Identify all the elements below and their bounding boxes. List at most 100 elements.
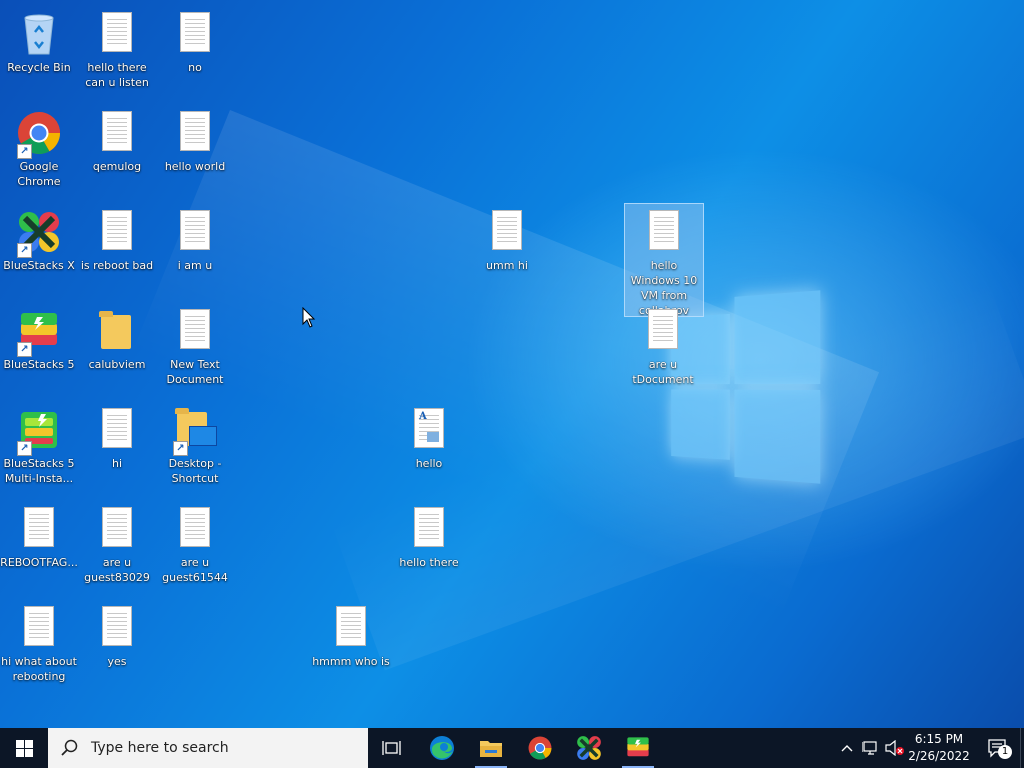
desktop-icon-google-chrome[interactable]: ↗ Google Chrome: [0, 105, 78, 189]
text-document-icon: [180, 507, 210, 547]
desktop-icon-file[interactable]: are u tDocument: [624, 303, 702, 387]
desktop-icon-file[interactable]: yes: [78, 600, 156, 669]
desktop-icon-file[interactable]: hello there can u listen: [78, 6, 156, 90]
desktop-icon-file[interactable]: qemulog: [78, 105, 156, 174]
show-desktop-button[interactable]: [1020, 728, 1024, 768]
text-document-icon: [649, 210, 679, 250]
desktop-icon-label: REBOOTFAG...: [0, 556, 78, 569]
desktop-icon-file[interactable]: hello world: [156, 105, 234, 174]
desktop-icon-file-selected[interactable]: hello Windows 10 VM from collabrov: [624, 203, 704, 317]
network-icon: [862, 741, 877, 755]
desktop-icon-file[interactable]: hi: [78, 402, 156, 471]
desktop-icon-file[interactable]: are u guest61544: [156, 501, 234, 585]
desktop-icon-label: are u guest61544: [162, 556, 228, 584]
task-view-button[interactable]: [370, 728, 414, 768]
desktop-icon-desktop-shortcut[interactable]: ↗ Desktop - Shortcut: [156, 402, 234, 486]
text-document-icon: [492, 210, 522, 250]
action-center-button[interactable]: 1: [978, 728, 1018, 768]
desktop-icon-file[interactable]: are u guest83029: [78, 501, 156, 585]
recycle-bin-icon: [19, 12, 59, 56]
text-document-icon: [648, 309, 678, 349]
clock-time: 6:15 PM: [914, 732, 964, 746]
file-explorer-icon: [480, 741, 502, 757]
text-document-icon: [180, 309, 210, 349]
notification-count-badge: 1: [998, 745, 1012, 759]
search-icon: [61, 739, 78, 756]
network-status-button[interactable]: [860, 728, 882, 768]
desktop-icon-label: umm hi: [486, 259, 528, 272]
desktop-icon-bluestacks-multi-instance[interactable]: ↗ BlueStacks 5 Multi-Insta...: [0, 402, 78, 486]
text-document-icon: [102, 606, 132, 646]
taskbar-app-bluestacks-x[interactable]: [565, 728, 613, 768]
text-document-icon: [180, 210, 210, 250]
desktop-icon-wordpad-file[interactable]: A hello: [390, 402, 468, 471]
clock-date: 2/26/2022: [908, 749, 970, 763]
start-button[interactable]: [0, 728, 48, 768]
desktop-icon-label: calubviem: [88, 358, 146, 371]
bluestacks-5-icon: ↗: [17, 309, 59, 357]
desktop-icon-file[interactable]: New Text Document: [156, 303, 234, 387]
shortcut-arrow-icon: ↗: [17, 342, 32, 357]
desktop-icon-label: BlueStacks 5: [3, 358, 75, 371]
desktop-icon-label: is reboot bad: [80, 259, 154, 272]
desktop-icon-label: New Text Document: [166, 358, 224, 386]
desktop-icon-label: hello there can u listen: [85, 61, 149, 89]
bluestacks-x-icon: ↗: [17, 210, 59, 258]
taskbar-app-file-explorer[interactable]: [467, 728, 515, 768]
text-document-icon: [24, 507, 54, 547]
desktop-icon-bluestacks-5[interactable]: ↗ BlueStacks 5: [0, 303, 78, 372]
desktop-icon-label: hi: [111, 457, 123, 470]
desktop-icon-folder[interactable]: calubviem: [78, 303, 156, 372]
desktop-icon-label: hello world: [164, 160, 226, 173]
volume-muted-icon: [885, 740, 904, 756]
task-view-icon: [382, 741, 401, 755]
text-document-icon: [336, 606, 366, 646]
volume-button[interactable]: [884, 728, 906, 768]
bluestacks-multi-instance-icon: ↗: [17, 408, 59, 456]
desktop-icon-file[interactable]: hmmm who is: [312, 600, 390, 669]
desktop-icon-label: yes: [107, 655, 127, 668]
desktop-icon-label: are u tDocument: [632, 358, 694, 386]
shortcut-arrow-icon: ↗: [173, 441, 188, 456]
desktop-icon-file[interactable]: no: [156, 6, 234, 75]
desktop-icon-file[interactable]: hello there: [390, 501, 468, 570]
desktop-icon-label: BlueStacks 5 Multi-Insta...: [3, 457, 75, 485]
shortcut-arrow-icon: ↗: [17, 243, 32, 258]
shortcut-arrow-icon: ↗: [17, 144, 32, 159]
windows-start-icon: [15, 739, 33, 757]
taskbar-app-chrome[interactable]: [516, 728, 564, 768]
taskbar-search-box[interactable]: Type here to search: [48, 728, 368, 768]
desktop-icon-label: hmmm who is: [312, 655, 390, 668]
taskbar-app-edge[interactable]: [418, 728, 466, 768]
text-document-icon: [102, 210, 132, 250]
desktop-icon-label: hello there: [399, 556, 459, 569]
desktop-icon-label: hi what about rebooting: [1, 655, 77, 683]
desktop-icon-file[interactable]: REBOOTFAG...: [0, 501, 78, 570]
text-document-icon: [180, 111, 210, 151]
desktop-icon-label: Google Chrome: [17, 160, 61, 188]
clock-button[interactable]: 6:15 PM 2/26/2022: [908, 728, 970, 768]
desktop-icon-label: no: [188, 61, 202, 74]
bluestacks-x-icon: [577, 736, 601, 760]
desktop-icon-label: i am u: [177, 259, 213, 272]
show-hidden-icons-button[interactable]: [836, 728, 858, 768]
desktop-icon-file[interactable]: umm hi: [468, 204, 546, 273]
desktop-folder-icon: ↗: [173, 408, 217, 456]
edge-icon: [430, 736, 454, 760]
text-document-icon: [102, 111, 132, 151]
desktop-icon-label: hello: [415, 457, 443, 470]
desktop-icon-file[interactable]: hi what about rebooting: [0, 600, 78, 684]
chrome-icon: ↗: [17, 111, 61, 159]
desktop-icon-file[interactable]: i am u: [156, 204, 234, 273]
text-document-icon: [180, 12, 210, 52]
wordpad-document-icon: A: [409, 408, 449, 452]
chevron-up-icon: [841, 745, 853, 752]
desktop-icon-label: Recycle Bin: [7, 61, 71, 74]
text-document-icon: [102, 408, 132, 448]
taskbar-app-bluestacks-5[interactable]: [614, 728, 662, 768]
desktop-icon-file[interactable]: is reboot bad: [78, 204, 156, 273]
text-document-icon: [414, 507, 444, 547]
search-placeholder: Type here to search: [91, 740, 229, 756]
desktop-icon-recycle-bin[interactable]: Recycle Bin: [0, 6, 78, 75]
desktop-icon-bluestacks-x[interactable]: ↗ BlueStacks X: [0, 204, 78, 273]
